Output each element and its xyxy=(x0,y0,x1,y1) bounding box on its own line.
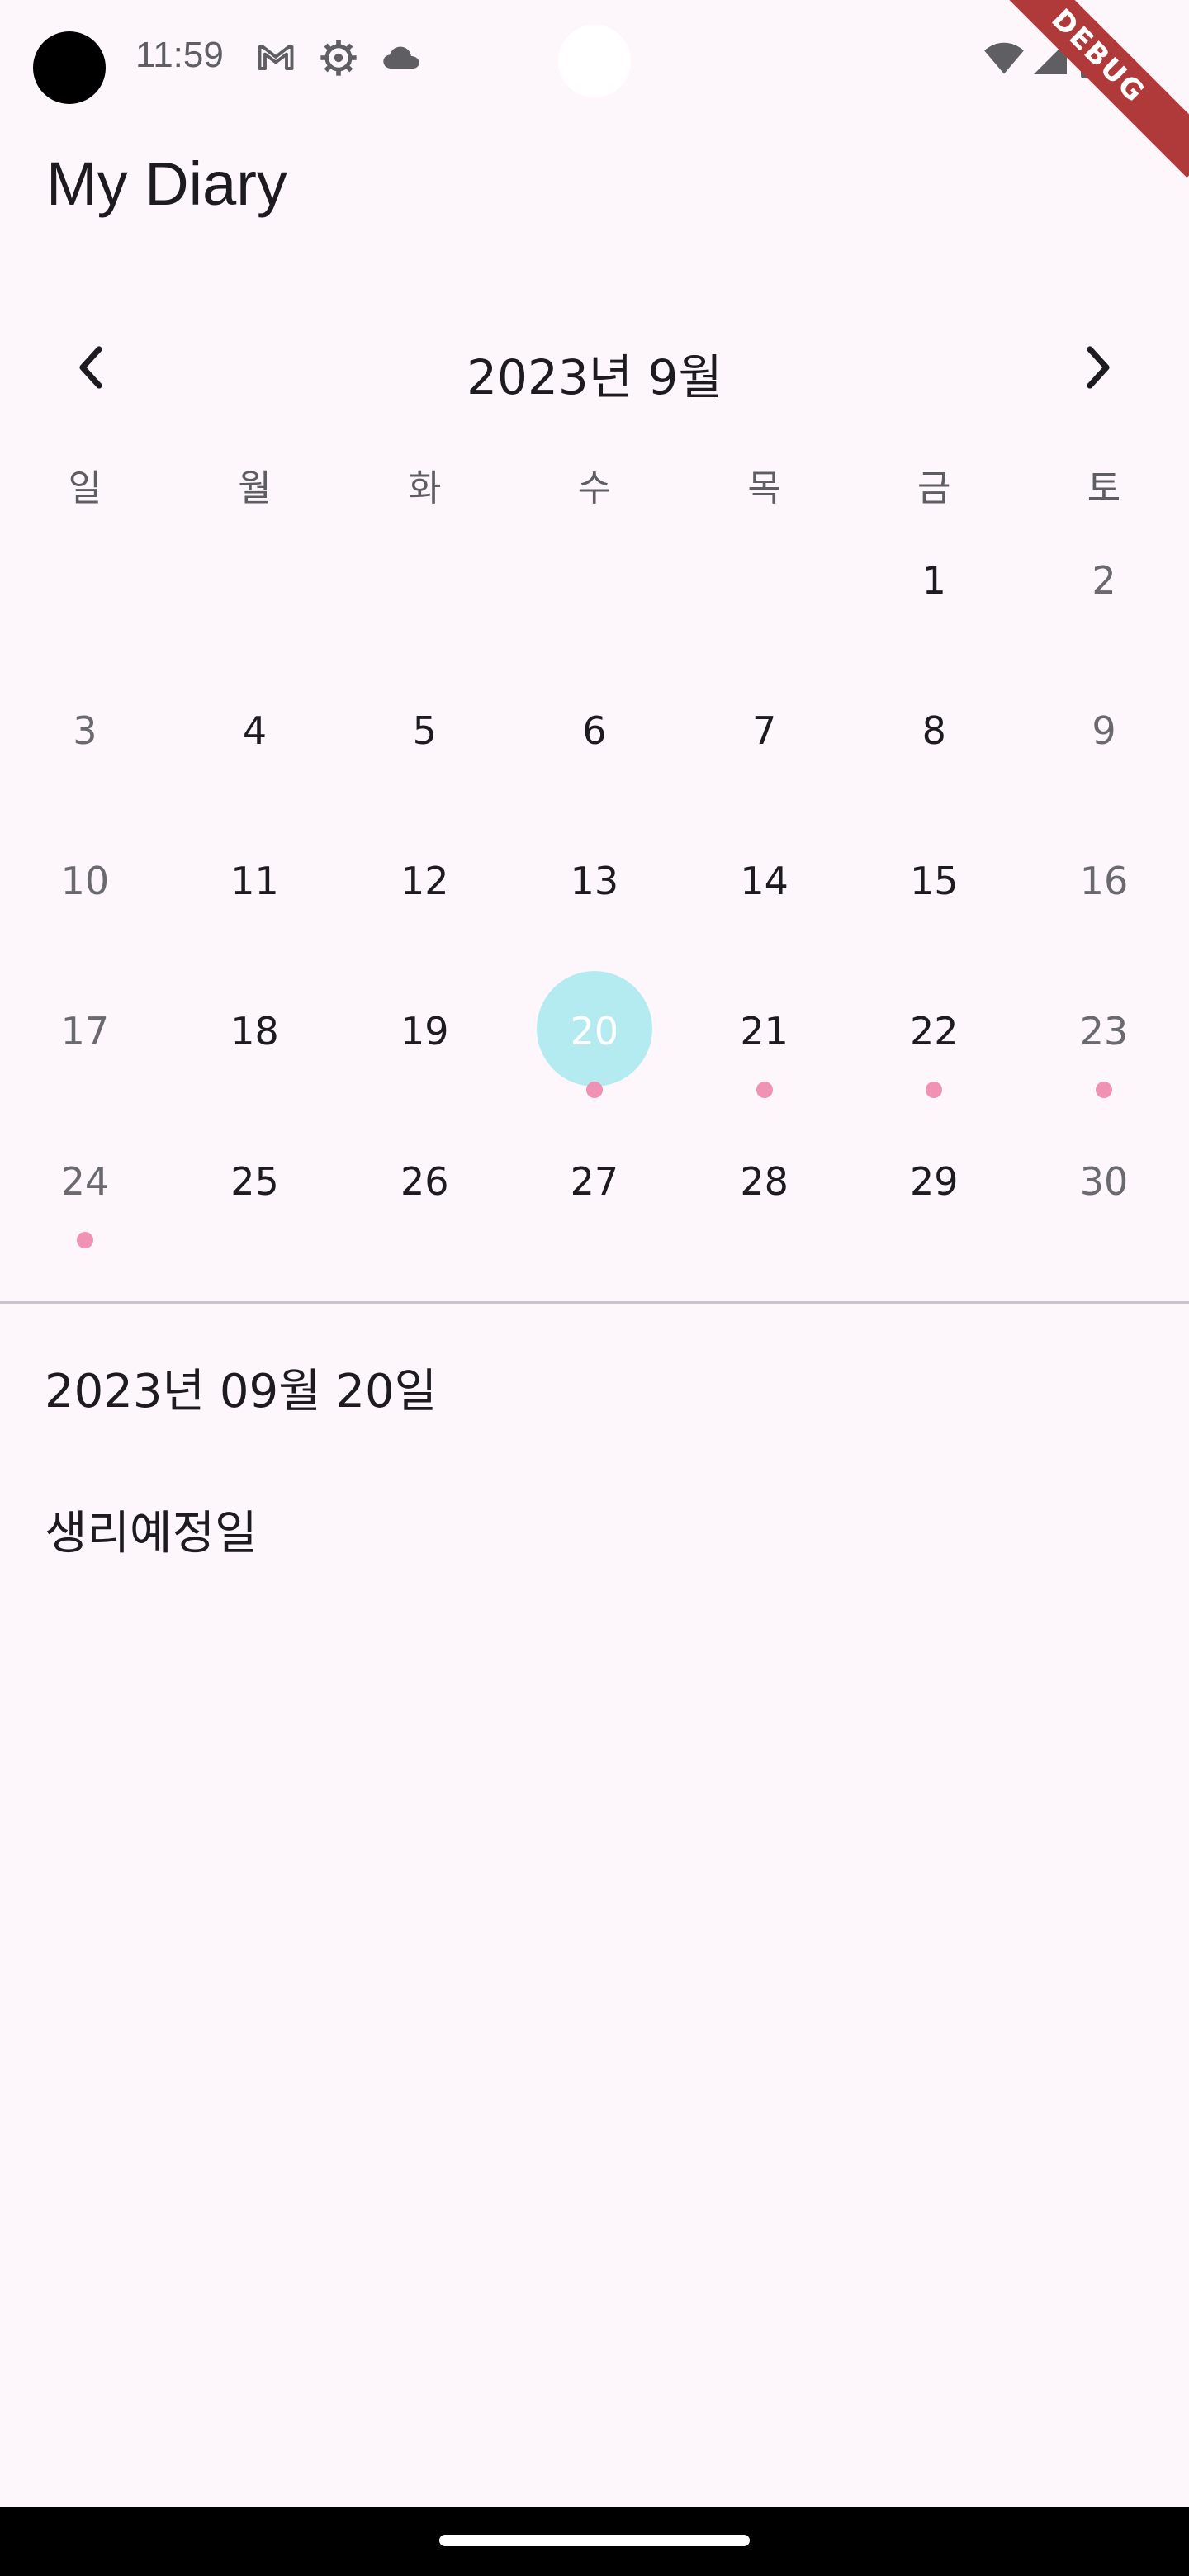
day-cell[interactable]: 7 xyxy=(680,679,850,829)
day-cell[interactable]: 26 xyxy=(339,1129,509,1280)
day-number: 23 xyxy=(1079,1009,1129,1054)
day-cell[interactable]: 13 xyxy=(509,829,680,979)
event-marker-dot xyxy=(926,1082,943,1098)
next-month-button[interactable] xyxy=(1063,334,1130,400)
day-number: 22 xyxy=(910,1009,959,1054)
weekday-row: 일월화수목금토 xyxy=(0,458,1189,511)
day-cell[interactable]: 27 xyxy=(509,1129,680,1280)
day-cell[interactable]: 16 xyxy=(1019,829,1189,979)
day-cell[interactable]: 9 xyxy=(1019,679,1189,829)
day-cell[interactable]: 10 xyxy=(0,829,170,979)
day-number: 11 xyxy=(230,859,279,903)
day-number: 13 xyxy=(570,859,619,903)
day-number: 6 xyxy=(582,708,607,753)
day-cell[interactable]: 6 xyxy=(509,679,680,829)
day-number: 4 xyxy=(242,708,268,753)
profile-dot xyxy=(33,31,106,104)
day-number: 19 xyxy=(400,1009,449,1054)
settings-gear-icon xyxy=(320,40,357,76)
day-number: 15 xyxy=(910,859,959,903)
event-marker-dot xyxy=(76,1232,93,1248)
weekday-label: 금 xyxy=(917,467,951,509)
day-number: 26 xyxy=(400,1159,449,1204)
day-number: 3 xyxy=(73,708,97,753)
gmail-icon xyxy=(258,45,294,70)
empty-day-cell xyxy=(509,528,680,679)
weekday-label: 수 xyxy=(577,467,612,509)
event-marker-dot xyxy=(1095,1082,1112,1098)
day-cell[interactable]: 15 xyxy=(849,829,1019,979)
chevron-right-icon xyxy=(1087,346,1110,389)
day-number: 8 xyxy=(921,708,946,753)
empty-day-cell xyxy=(170,528,340,679)
page-title: My Diary xyxy=(46,149,287,218)
status-bar: 11:59 DEBUG xyxy=(0,0,1189,178)
day-number: 14 xyxy=(740,859,789,903)
home-indicator[interactable] xyxy=(439,2535,750,2546)
day-number: 28 xyxy=(740,1159,789,1204)
day-cell[interactable]: 24 xyxy=(0,1129,170,1280)
day-number: 5 xyxy=(412,708,437,753)
day-cell[interactable]: 14 xyxy=(680,829,850,979)
debug-banner: DEBUG xyxy=(976,0,1189,178)
selected-date-label: 2023년 09월 20일 xyxy=(45,1365,438,1418)
day-number: 7 xyxy=(751,708,777,753)
wifi-icon xyxy=(984,42,1024,74)
day-cell[interactable]: 18 xyxy=(170,979,340,1129)
calendar-grid: 1 2 3 4 5 6 7 8 9 10 11 12 13 14 15 16 17 18 19 20 21 22 23 24 2… xyxy=(0,528,1189,1280)
day-cell[interactable]: 2 xyxy=(1019,528,1189,679)
day-cell[interactable]: 25 xyxy=(170,1129,340,1280)
day-cell[interactable]: 12 xyxy=(339,829,509,979)
weekday-label: 일 xyxy=(68,467,102,509)
day-number: 29 xyxy=(910,1159,959,1204)
day-number: 12 xyxy=(400,859,449,903)
day-cell[interactable]: 21 xyxy=(680,979,850,1129)
empty-day-cell xyxy=(0,528,170,679)
day-cell[interactable]: 17 xyxy=(0,979,170,1129)
day-number: 1 xyxy=(921,558,946,603)
day-cell[interactable]: 3 xyxy=(0,679,170,829)
day-number: 17 xyxy=(60,1009,110,1054)
event-marker-dot xyxy=(756,1082,773,1098)
event-list-item[interactable]: 생리예정일 xyxy=(45,1496,258,1563)
camera-cutout xyxy=(558,25,631,97)
day-number: 30 xyxy=(1079,1159,1129,1204)
day-number: 18 xyxy=(230,1009,279,1054)
day-cell[interactable]: 23 xyxy=(1019,979,1189,1129)
day-number: 25 xyxy=(230,1159,279,1204)
day-cell[interactable]: 28 xyxy=(680,1129,850,1280)
weekday-label: 토 xyxy=(1087,467,1121,509)
calendar-header: 2023년 9월 xyxy=(0,322,1189,413)
day-number: 21 xyxy=(740,1009,789,1054)
day-number: 2 xyxy=(1092,558,1116,603)
day-cell[interactable]: 29 xyxy=(849,1129,1019,1280)
empty-day-cell xyxy=(339,528,509,679)
day-cell[interactable]: 8 xyxy=(849,679,1019,829)
day-cell[interactable]: 1 xyxy=(849,528,1019,679)
cloud-icon xyxy=(383,46,419,69)
weekday-label: 목 xyxy=(747,467,781,509)
day-number: 10 xyxy=(60,859,110,903)
month-title: 2023년 9월 xyxy=(467,349,722,405)
divider xyxy=(0,1301,1189,1304)
day-cell[interactable]: 4 xyxy=(170,679,340,829)
system-nav-bar xyxy=(0,2507,1189,2576)
day-cell[interactable]: 30 xyxy=(1019,1129,1189,1280)
day-number: 24 xyxy=(60,1159,110,1204)
weekday-label: 화 xyxy=(407,467,442,509)
empty-day-cell xyxy=(680,528,850,679)
day-cell[interactable]: 19 xyxy=(339,979,509,1129)
status-time: 11:59 xyxy=(135,35,224,75)
event-marker-dot xyxy=(585,1082,603,1098)
day-cell[interactable]: 11 xyxy=(170,829,340,979)
day-number: 16 xyxy=(1079,859,1129,903)
day-cell[interactable]: 22 xyxy=(849,979,1019,1129)
day-cell[interactable]: 5 xyxy=(339,679,509,829)
day-number: 20 xyxy=(570,1009,619,1054)
day-number: 9 xyxy=(1092,708,1116,753)
day-cell[interactable]: 20 xyxy=(509,971,680,1129)
day-number: 27 xyxy=(570,1159,619,1204)
weekday-label: 월 xyxy=(238,467,272,509)
screen: 11:59 DEBUG My Diary 2023년 9월 일 월 화 수 목 … xyxy=(0,0,1189,2576)
